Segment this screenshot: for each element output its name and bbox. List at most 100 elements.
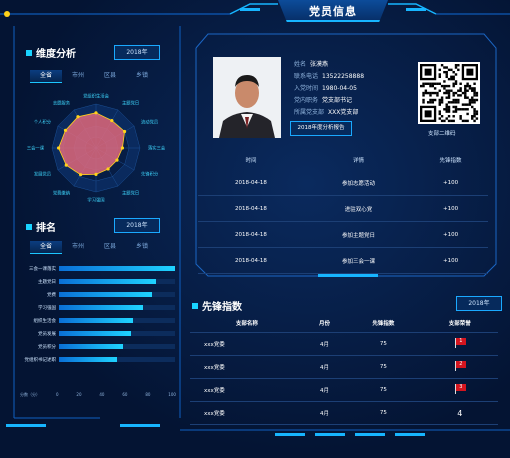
ranking-bar	[59, 344, 123, 349]
qr-module	[454, 82, 458, 85]
tab-county[interactable]: 区县	[94, 241, 126, 253]
honor-cell: 3	[421, 378, 498, 402]
table-cell: 2018-04-18	[198, 170, 304, 196]
qr-module	[473, 108, 476, 111]
qr-module	[461, 119, 465, 123]
qr-module	[473, 119, 476, 123]
qr-module	[440, 64, 444, 67]
table-row: xxx党委 4月 75 4	[190, 401, 498, 425]
qr-module	[422, 98, 425, 102]
qr-module	[459, 89, 462, 92]
qr-module	[438, 112, 441, 116]
qr-module	[464, 108, 467, 111]
qr-module	[440, 119, 444, 123]
tab-city[interactable]: 市州	[62, 241, 94, 253]
ranking-bar-track	[59, 318, 175, 323]
table-row: 2018-04-18 参加三会一课 +100	[198, 247, 488, 274]
qr-module	[452, 82, 455, 85]
qr-module	[440, 115, 444, 118]
position-value: 党支部书记	[322, 97, 353, 104]
qr-module	[457, 89, 460, 92]
ranking-bar	[59, 331, 131, 336]
qr-module	[454, 64, 458, 67]
ranking-bar-label: 党员发展	[38, 331, 56, 337]
qr-module	[447, 91, 451, 95]
qr-module	[420, 84, 423, 88]
ranking-bar-label: 三会一课落实	[29, 266, 56, 272]
qr-module	[424, 82, 428, 85]
ranking-bar-label: 学习强国	[38, 305, 56, 311]
qr-module	[429, 82, 432, 85]
radar-point	[115, 158, 119, 162]
radar-point	[94, 172, 98, 176]
table-cell: xxx党委	[190, 355, 304, 379]
qr-finder-core	[424, 110, 432, 118]
qr-module	[450, 89, 453, 92]
pioneer-year-select[interactable]: 2018年	[456, 296, 502, 311]
qr-module	[466, 108, 469, 111]
ranking-bar	[59, 279, 157, 284]
radar-point	[110, 118, 114, 123]
qr-module	[468, 101, 472, 104]
tab-town[interactable]: 乡镇	[126, 241, 158, 253]
page-title: 党员信息	[309, 5, 357, 18]
dimension-title: 维度分析	[26, 45, 76, 60]
tab-town[interactable]: 乡镇	[126, 70, 158, 82]
ranking-bar-track	[59, 279, 175, 284]
qr-module	[466, 112, 469, 116]
table-cell: 75	[345, 378, 422, 402]
qr-module	[436, 91, 439, 95]
qr-module	[452, 77, 455, 81]
qr-module	[445, 103, 448, 106]
radar-label: 主题党日	[122, 100, 139, 107]
qr-module	[438, 75, 441, 79]
radar-label: 三会一课	[27, 145, 45, 152]
qr-module	[438, 89, 441, 92]
qr-module	[454, 66, 458, 69]
qr-module	[475, 91, 479, 95]
title-marker	[192, 303, 198, 309]
qr-module	[433, 91, 437, 95]
ranking-bar-row: 学习强国	[20, 301, 180, 314]
qr-module	[473, 91, 476, 95]
qr-module	[468, 87, 472, 90]
honor-cell: 2	[421, 355, 498, 379]
qr-module	[461, 108, 465, 111]
ranking-bar-row: 党员发展	[20, 327, 180, 340]
qr-module	[447, 105, 451, 109]
page-title-box: 党员信息	[278, 0, 388, 22]
table-cell: 参加主题党日	[303, 221, 414, 248]
qr-module	[454, 91, 458, 95]
qr-module	[471, 101, 474, 104]
qr-module	[443, 80, 446, 83]
avatar	[213, 57, 281, 138]
tab-county[interactable]: 区县	[94, 70, 126, 82]
ranking-year-select[interactable]: 2018年	[114, 218, 160, 233]
tab-city[interactable]: 市州	[62, 70, 94, 82]
ranking-bar-row: 党费	[20, 288, 180, 301]
qr-module	[422, 94, 425, 97]
qr-module	[473, 112, 476, 116]
tab-province[interactable]: 全省	[30, 241, 62, 254]
qr-module	[452, 70, 455, 74]
annual-report-button[interactable]: 2018年度分析报告	[290, 121, 352, 136]
qr-module	[464, 96, 467, 99]
tab-province[interactable]: 全省	[30, 70, 62, 83]
qr-module	[447, 68, 451, 72]
qr-module	[429, 98, 432, 102]
table-cell: 2018-04-18	[198, 247, 304, 274]
table-row: 2018-04-18 进驻双心党 +100	[198, 195, 488, 222]
qr-module	[422, 91, 425, 95]
qr-module	[473, 110, 476, 113]
qr-module	[473, 98, 476, 102]
qr-module	[466, 96, 469, 99]
qr-module	[447, 110, 451, 113]
dimension-year-select[interactable]: 2018年	[114, 45, 160, 60]
ranking-bar-track	[59, 292, 175, 297]
qr-module	[457, 98, 460, 102]
ranking-bar	[59, 305, 143, 310]
qr-module	[468, 103, 472, 106]
ranking-bar-label: 组织生活会	[33, 318, 57, 324]
qr-module	[473, 82, 476, 85]
ranking-tabs: 全省 市州 区县 乡镇	[30, 241, 158, 254]
